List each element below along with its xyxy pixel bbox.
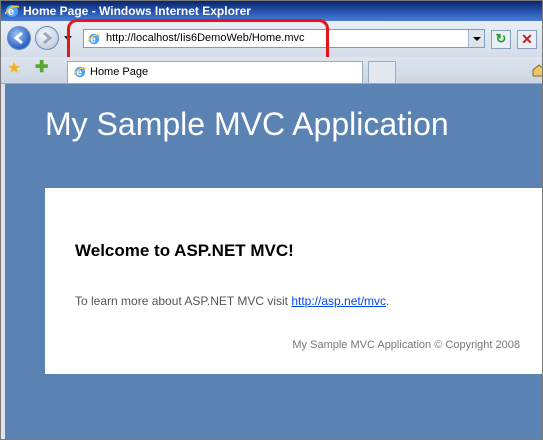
forward-button[interactable] xyxy=(35,26,59,50)
favorites-star-icon[interactable]: ★ xyxy=(7,61,21,77)
app-title: My Sample MVC Application xyxy=(45,106,449,142)
learn-more-prefix: To learn more about ASP.NET MVC visit xyxy=(75,294,292,308)
footer-copyright: My Sample MVC Application © Copyright 20… xyxy=(292,339,520,351)
title-bar: e Home Page - Windows Internet Explorer xyxy=(1,1,542,21)
page-content: My Sample MVC Application Welcome to ASP… xyxy=(5,84,542,439)
stop-button[interactable]: ✕ xyxy=(517,30,537,49)
window-title: Home Page - Windows Internet Explorer xyxy=(23,4,251,18)
new-tab-button[interactable] xyxy=(368,61,396,83)
address-dropdown-button[interactable] xyxy=(468,30,484,47)
browser-window: e Home Page - Windows Internet Explorer … xyxy=(0,0,543,440)
back-arrow-icon xyxy=(13,31,23,45)
tab-bar: ★ ✚ e Home Page xyxy=(1,57,542,84)
home-icon[interactable] xyxy=(532,63,543,77)
forward-arrow-icon xyxy=(43,31,53,45)
refresh-icon: ↻ xyxy=(495,31,507,46)
ie-logo-icon: e xyxy=(4,5,20,18)
learn-more-suffix: . xyxy=(386,294,390,308)
welcome-heading: Welcome to ASP.NET MVC! xyxy=(75,241,294,260)
refresh-button[interactable]: ↻ xyxy=(491,30,511,49)
back-button[interactable] xyxy=(7,26,31,50)
main-content-card: Welcome to ASP.NET MVC! To learn more ab… xyxy=(45,188,542,374)
stop-icon: ✕ xyxy=(521,31,533,47)
asp-net-mvc-link[interactable]: http://asp.net/mvc xyxy=(291,294,386,308)
tab-ie-icon: e xyxy=(73,66,87,79)
learn-more-text: To learn more about ASP.NET MVC visit ht… xyxy=(75,294,389,308)
tab-home-page[interactable]: e Home Page xyxy=(67,61,363,83)
tab-label: Home Page xyxy=(90,66,149,78)
add-favorites-icon[interactable]: ✚ xyxy=(35,60,48,76)
